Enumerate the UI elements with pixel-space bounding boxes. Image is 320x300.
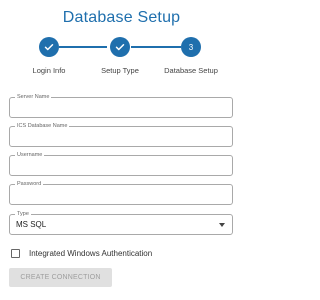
username-label: Username [15, 151, 45, 159]
ics-database-name-label: ICS Database Name [15, 122, 70, 130]
page-title: Database Setup [62, 9, 181, 26]
step-label-login-info: Login Info [32, 66, 66, 75]
step-3-indicator: 3 [181, 37, 201, 57]
step-3-number: 3 [188, 42, 194, 52]
step-1-indicator [39, 37, 59, 57]
check-icon [115, 44, 125, 51]
integrated-auth-checkbox[interactable] [11, 249, 20, 258]
check-icon [44, 44, 54, 51]
type-selected-value: MS SQL [16, 220, 47, 229]
dropdown-arrow-icon[interactable] [219, 223, 225, 227]
password-label: Password [15, 180, 44, 188]
step-2-indicator [110, 37, 130, 57]
password-field[interactable]: Password [9, 180, 233, 205]
create-connection-button[interactable]: CREATE CONNECTION [9, 268, 112, 287]
ics-database-name-field[interactable]: ICS Database Name [9, 122, 233, 147]
type-select[interactable]: Type MS SQL [9, 210, 233, 235]
step-connector [131, 46, 181, 48]
username-field[interactable]: Username [9, 151, 233, 176]
step-label-setup-type: Setup Type [101, 66, 139, 75]
step-label-database-setup: Database Setup [164, 66, 218, 75]
server-name-field[interactable]: Server Name [9, 93, 233, 118]
integrated-auth-row[interactable]: Integrated Windows Authentication [11, 249, 152, 258]
step-connector [59, 46, 107, 48]
stepper: 3 Login Info Setup Type Database Setup [0, 36, 243, 80]
type-label: Type [15, 210, 31, 218]
server-name-label: Server Name [15, 93, 52, 101]
integrated-auth-label[interactable]: Integrated Windows Authentication [29, 249, 152, 258]
